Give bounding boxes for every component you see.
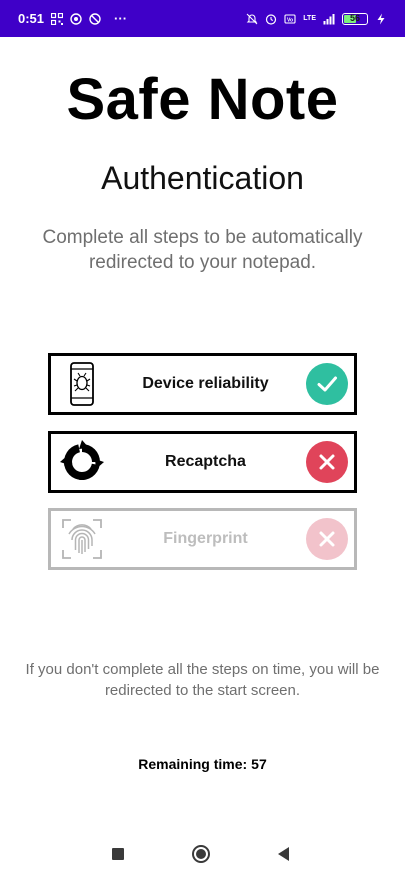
- page-description: Complete all steps to be automatically r…: [42, 227, 363, 273]
- navigation-bar: [0, 834, 405, 874]
- battery-level: 56: [349, 12, 360, 23]
- svg-text:Vo: Vo: [287, 17, 293, 23]
- network-type: LTE: [303, 15, 316, 22]
- battery-icon: 56: [342, 12, 368, 25]
- recents-button[interactable]: [108, 844, 128, 864]
- more-notifications-icon: ···: [114, 11, 128, 26]
- charging-icon: [375, 13, 387, 25]
- check-icon: [306, 363, 348, 405]
- back-button[interactable]: [274, 844, 294, 864]
- status-bar-right: Vo LTE 56: [246, 12, 387, 25]
- step-label: Fingerprint: [163, 530, 248, 547]
- footer-note: If you don't complete all the steps on t…: [25, 661, 380, 699]
- home-button[interactable]: [191, 844, 211, 864]
- recaptcha-icon: [55, 434, 109, 490]
- app-title: Safe Note: [66, 67, 339, 132]
- status-time: 0:51: [18, 11, 45, 26]
- remaining-time: Remaining time: 57: [0, 756, 405, 772]
- signal-icon: [323, 13, 335, 25]
- timer-value: 57: [251, 756, 267, 772]
- status-bar: 0:51 ··· Vo LTE 56: [0, 0, 405, 37]
- step-recaptcha[interactable]: Recaptcha: [48, 431, 357, 493]
- vibrate-icon: Vo: [284, 13, 296, 25]
- notifications-off-icon: [246, 13, 258, 25]
- phone-bug-icon: [55, 356, 109, 412]
- page-subtitle: Authentication: [101, 160, 304, 196]
- step-label: Device reliability: [142, 375, 269, 392]
- step-fingerprint[interactable]: Fingerprint: [48, 508, 357, 570]
- sync-icon: [70, 12, 82, 25]
- fingerprint-icon: [55, 511, 109, 567]
- qr-code-icon: [51, 12, 64, 25]
- cross-icon: [306, 518, 348, 560]
- step-label: Recaptcha: [165, 453, 246, 470]
- step-device-reliability[interactable]: Device reliability: [48, 353, 357, 415]
- alarm-icon: [265, 13, 277, 25]
- timer-label: Remaining time:: [138, 756, 248, 772]
- blocked-icon: [89, 12, 101, 25]
- status-bar-left: 0:51 ···: [18, 11, 127, 26]
- cross-icon: [306, 441, 348, 483]
